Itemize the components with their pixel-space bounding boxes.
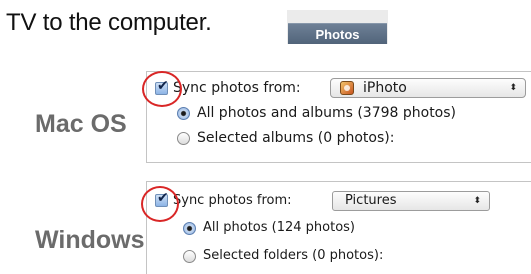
intro-text: TV to the computer. <box>6 9 212 36</box>
mac-source-popup[interactable]: iPhoto ⬍ <box>330 78 526 98</box>
windows-option-all-label: All photos (124 photos) <box>203 220 356 235</box>
mac-option-all-label: All photos and albums (3798 photos) <box>197 105 457 121</box>
iphoto-icon <box>340 81 354 95</box>
windows-source-value: Pictures <box>345 193 397 208</box>
windows-sync-panel: ✔ Sync photos from: Pictures ⬍ All photo… <box>146 181 531 274</box>
windows-all-radio[interactable] <box>183 222 196 235</box>
popup-arrows-icon: ⬍ <box>509 83 517 93</box>
windows-option-selected-label: Selected folders (0 photos): <box>203 248 384 263</box>
mac-sync-label: Sync photos from: <box>173 80 301 96</box>
tab-photos[interactable]: Photos <box>288 23 387 44</box>
windows-selected-radio[interactable] <box>183 250 196 263</box>
popup-arrows-icon: ⬍ <box>473 196 481 206</box>
windows-label: Windows <box>35 226 145 254</box>
windows-sync-label: Sync photos from: <box>173 193 292 208</box>
photos-tab-image: Photos <box>287 10 388 44</box>
mac-source-value: iPhoto <box>363 80 407 96</box>
windows-source-popup[interactable]: Pictures ⬍ <box>332 191 490 211</box>
windows-highlight-circle <box>141 186 179 222</box>
mac-option-selected-label: Selected albums (0 photos): <box>197 130 395 146</box>
mac-sync-panel: ✔ Sync photos from: iPhoto ⬍ All photos … <box>146 71 531 163</box>
mac-all-radio[interactable] <box>177 107 190 120</box>
mac-os-label: Mac OS <box>35 110 127 138</box>
mac-selected-radio[interactable] <box>177 132 190 145</box>
mac-highlight-circle <box>142 71 182 107</box>
